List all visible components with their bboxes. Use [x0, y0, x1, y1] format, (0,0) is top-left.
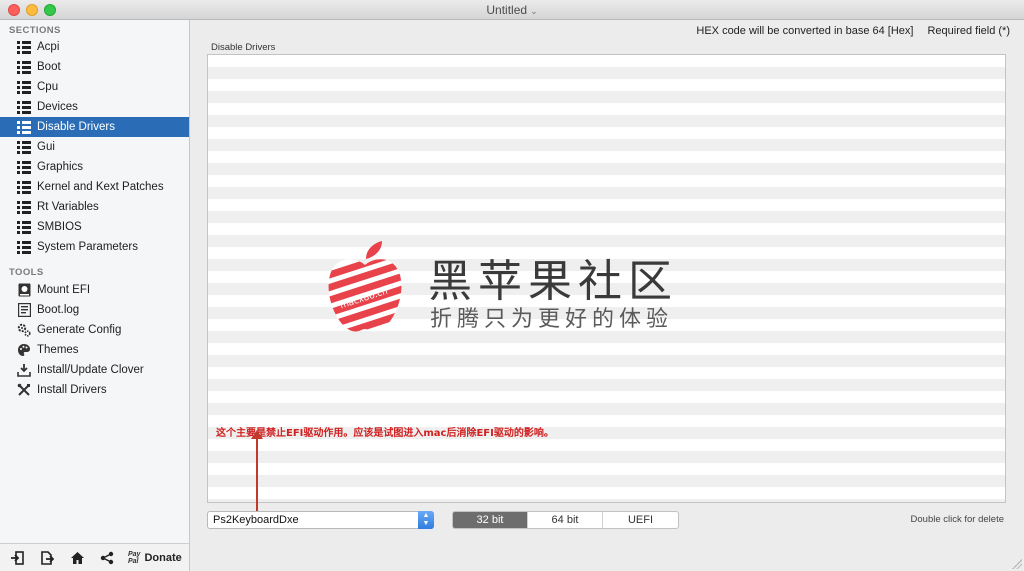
- list-icon: [17, 200, 31, 214]
- hex-note: HEX code will be converted in base 64 [H…: [696, 25, 914, 37]
- driver-combo-value: Ps2KeyboardDxe: [213, 514, 299, 526]
- share-icon[interactable]: [96, 547, 118, 569]
- sidebar-item-label: Gui: [37, 141, 55, 153]
- disable-drivers-list[interactable]: macx86.cn 黑苹果社区 折腾只为更好的体验 这个主要是禁止EFI驱动作用…: [207, 54, 1006, 503]
- download-icon: [17, 363, 31, 377]
- sidebar-tool-label: Generate Config: [37, 324, 122, 336]
- sidebar-item-label: Kernel and Kext Patches: [37, 181, 164, 193]
- sidebar-tool-install-drivers[interactable]: Install Drivers: [0, 380, 189, 400]
- driver-combo-box[interactable]: Ps2KeyboardDxe ▲ ▼: [207, 511, 434, 529]
- sidebar-tool-boot-log[interactable]: Boot.log: [0, 300, 189, 320]
- sidebar-item-kernel-and-kext-patches[interactable]: Kernel and Kext Patches: [0, 177, 189, 197]
- disable-drivers-label: Disable Drivers: [211, 42, 276, 53]
- sidebar-item-cpu[interactable]: Cpu: [0, 77, 189, 97]
- list-icon: [17, 220, 31, 234]
- paypal-line1: Pay: [128, 550, 141, 558]
- apple-logo-icon: macx86.cn: [328, 241, 402, 332]
- paypal-line2: Pal: [128, 557, 139, 565]
- segment-64-bit[interactable]: 64 bit: [528, 512, 603, 528]
- list-icon: [17, 180, 31, 194]
- disk-icon: [17, 283, 31, 297]
- sidebar-item-label: SMBIOS: [37, 221, 82, 233]
- sidebar-tool-install-update-clover[interactable]: Install/Update Clover: [0, 360, 189, 380]
- sidebar-item-label: Disable Drivers: [37, 121, 115, 133]
- import-icon[interactable]: [6, 547, 28, 569]
- combo-arrow-up: ▲: [422, 512, 430, 519]
- sidebar-tool-themes[interactable]: Themes: [0, 340, 189, 360]
- sidebar: SECTIONS Acpi Boot Cpu Devices Disable Drive…: [0, 20, 190, 571]
- donate-button[interactable]: Pay Pal Donate: [128, 551, 182, 565]
- segment-uefi[interactable]: UEFI: [603, 512, 678, 528]
- sidebar-item-label: Graphics: [37, 161, 84, 173]
- sidebar-item-gui[interactable]: Gui: [0, 137, 189, 157]
- sidebar-item-graphics[interactable]: Graphics: [0, 157, 189, 177]
- sidebar-item-acpi[interactable]: Acpi: [0, 37, 189, 57]
- watermark-title: 黑苹果社区: [428, 256, 678, 307]
- watermark-subtitle: 折腾只为更好的体验: [430, 307, 674, 332]
- list-icon: [17, 60, 31, 74]
- home-icon[interactable]: [66, 547, 88, 569]
- sidebar-item-devices[interactable]: Devices: [0, 97, 189, 117]
- sidebar-item-label: Devices: [37, 101, 78, 113]
- sidebar-tool-label: Install/Update Clover: [37, 364, 144, 376]
- combo-arrow-down: ▼: [422, 520, 430, 527]
- sidebar-tool-label: Mount EFI: [37, 284, 91, 296]
- top-info: HEX code will be converted in base 64 [H…: [696, 25, 1010, 37]
- watermark: macx86.cn 黑苹果社区 折腾只为更好的体验: [326, 241, 686, 337]
- annotation-arrow-line: [256, 437, 258, 517]
- tools-header: TOOLS: [9, 267, 44, 278]
- main-panel: HEX code will be converted in base 64 [H…: [191, 20, 1024, 571]
- sidebar-item-label: Rt Variables: [37, 201, 99, 213]
- export-icon[interactable]: [36, 547, 58, 569]
- list-icon: [17, 140, 31, 154]
- window-title[interactable]: Untitled ⌄: [0, 3, 1024, 17]
- sidebar-tool-label: Themes: [37, 344, 79, 356]
- delete-hint: Double click for delete: [910, 514, 1004, 525]
- list-icon: [17, 160, 31, 174]
- gears-icon: [17, 323, 31, 337]
- donate-label: Donate: [144, 551, 182, 564]
- palette-icon: [17, 343, 31, 357]
- annotation-text: 这个主要是禁止EFI驱动作用。应该是试图进入mac后消除EFI驱动的影响。: [216, 428, 554, 439]
- sidebar-bottom-toolbar: Pay Pal Donate: [0, 543, 189, 571]
- list-icon: [17, 240, 31, 254]
- sections-header: SECTIONS: [9, 25, 61, 36]
- resize-grip-icon[interactable]: [1012, 559, 1022, 569]
- sidebar-tool-generate-config[interactable]: Generate Config: [0, 320, 189, 340]
- window-title-text: Untitled: [486, 3, 528, 17]
- tools-icon: [17, 383, 31, 397]
- sidebar-item-system-parameters[interactable]: System Parameters: [0, 237, 189, 257]
- sidebar-item-smbios[interactable]: SMBIOS: [0, 217, 189, 237]
- list-icon: [17, 100, 31, 114]
- sidebar-item-label: System Parameters: [37, 241, 138, 253]
- sidebar-tool-label: Install Drivers: [37, 384, 107, 396]
- list-icon: [17, 120, 31, 134]
- sidebar-item-label: Boot: [37, 61, 61, 73]
- log-icon: [17, 303, 31, 317]
- required-note: Required field (*): [927, 25, 1010, 37]
- segment-32-bit[interactable]: 32 bit: [453, 512, 528, 528]
- sidebar-item-rt-variables[interactable]: Rt Variables: [0, 197, 189, 217]
- paypal-icon: Pay Pal: [128, 551, 140, 565]
- sidebar-item-label: Cpu: [37, 81, 59, 93]
- chevron-down-icon: ⌄: [530, 6, 538, 16]
- title-bar: Untitled ⌄: [0, 0, 1024, 20]
- arch-segmented-control: 32 bit 64 bit UEFI: [452, 511, 679, 529]
- sidebar-tool-mount-efi[interactable]: Mount EFI: [0, 280, 189, 300]
- combo-stepper-icon[interactable]: ▲ ▼: [418, 511, 434, 529]
- sidebar-tool-label: Boot.log: [37, 304, 80, 316]
- sidebar-item-boot[interactable]: Boot: [0, 57, 189, 77]
- sidebar-item-disable-drivers[interactable]: Disable Drivers: [0, 117, 189, 137]
- list-icon: [17, 40, 31, 54]
- sidebar-item-label: Acpi: [37, 41, 60, 53]
- list-icon: [17, 80, 31, 94]
